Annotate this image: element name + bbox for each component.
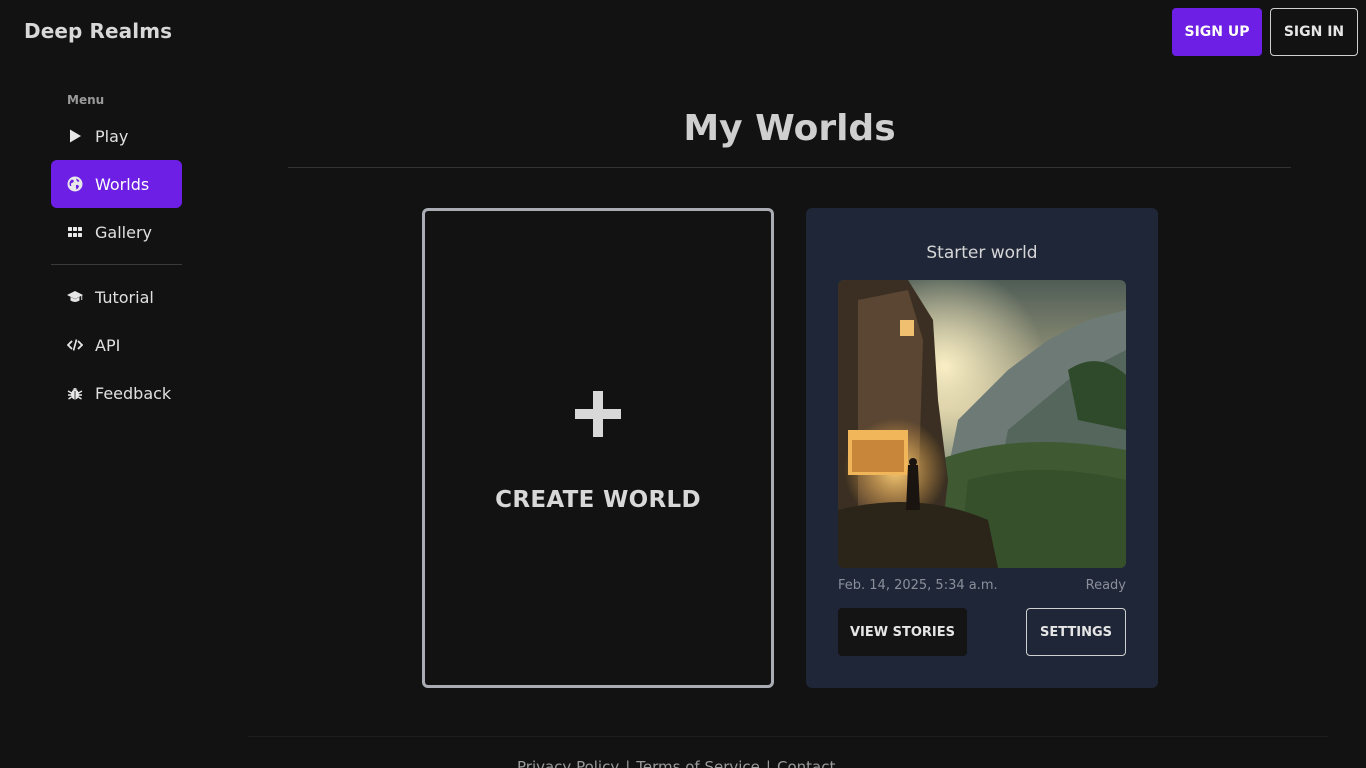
footer-separator: | xyxy=(625,758,631,768)
sidebar-item-label: Tutorial xyxy=(95,287,154,307)
grid-icon xyxy=(67,224,83,240)
sidebar-item-label: Gallery xyxy=(95,222,152,242)
brand-logo[interactable]: Deep Realms xyxy=(24,19,172,43)
sidebar-item-label: Play xyxy=(95,126,129,146)
world-title: Starter world xyxy=(926,243,1038,263)
sidebar-item-worlds[interactable]: Worlds xyxy=(51,160,182,208)
bug-icon xyxy=(67,385,83,401)
menu-label: Menu xyxy=(67,93,105,107)
sidebar-item-label: Feedback xyxy=(95,383,172,403)
title-divider xyxy=(288,167,1291,168)
footer-divider xyxy=(248,736,1328,737)
world-status: Ready xyxy=(1085,578,1126,593)
page-title: My Worlds xyxy=(683,108,896,149)
sidebar-item-api[interactable]: API xyxy=(51,321,182,369)
sidebar-item-play[interactable]: Play xyxy=(51,112,182,160)
graduation-cap-icon xyxy=(67,289,83,305)
world-card: Starter world Feb. 14, 2025, 5:34 a.m. R… xyxy=(806,208,1158,688)
code-icon xyxy=(67,337,83,353)
sidebar: Menu Play Worlds Gallery Tutorial API Fe… xyxy=(51,88,182,417)
view-stories-button[interactable]: VIEW STORIES xyxy=(838,608,967,656)
create-world-label: CREATE WORLD xyxy=(495,487,701,513)
globe-icon xyxy=(67,176,83,192)
footer-link-contact[interactable]: Contact xyxy=(777,758,835,768)
footer-separator: | xyxy=(765,758,771,768)
sidebar-item-label: Worlds xyxy=(95,174,150,194)
footer-link-terms[interactable]: Terms of Service xyxy=(636,758,760,768)
sign-in-button[interactable]: SIGN IN xyxy=(1270,8,1358,56)
sign-up-button[interactable]: SIGN UP xyxy=(1172,8,1262,56)
footer-links: Privacy Policy | Terms of Service | Contact xyxy=(517,758,835,768)
plus-icon xyxy=(575,391,621,437)
sidebar-item-gallery[interactable]: Gallery xyxy=(51,208,182,256)
world-thumbnail[interactable] xyxy=(838,280,1126,568)
sidebar-item-tutorial[interactable]: Tutorial xyxy=(51,273,182,321)
top-bar: Deep Realms SIGN UP SIGN IN xyxy=(0,0,1366,64)
world-settings-button[interactable]: SETTINGS xyxy=(1026,608,1126,656)
footer-link-privacy[interactable]: Privacy Policy xyxy=(517,758,619,768)
sidebar-item-feedback[interactable]: Feedback xyxy=(51,369,182,417)
play-icon xyxy=(67,128,83,144)
create-world-card[interactable]: CREATE WORLD xyxy=(422,208,774,688)
world-created-date: Feb. 14, 2025, 5:34 a.m. xyxy=(838,578,998,593)
sidebar-divider xyxy=(51,264,182,265)
sidebar-item-label: API xyxy=(95,335,121,355)
